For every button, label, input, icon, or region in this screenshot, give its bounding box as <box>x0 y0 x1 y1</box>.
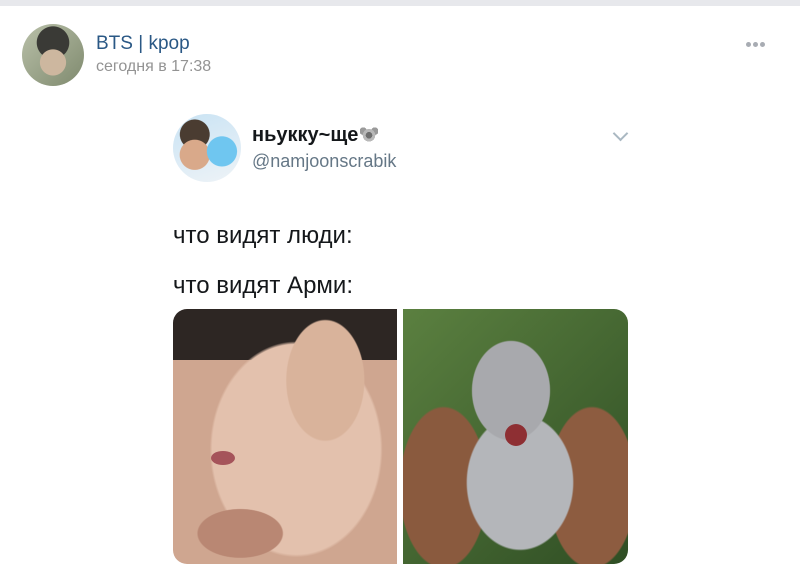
top-divider <box>0 0 800 6</box>
yawning-bunny-photo[interactable] <box>403 309 628 564</box>
chevron-down-icon[interactable] <box>612 125 629 142</box>
tweet-author-name[interactable]: ньукку~ще <box>252 124 379 147</box>
tweet-author-avatar[interactable] <box>173 114 241 182</box>
tweet-text-line-2: что видят Арми: <box>173 272 353 299</box>
tweet-text-line-1: что видят люди: <box>173 222 353 249</box>
sleeping-person-photo[interactable] <box>173 309 397 564</box>
tweet-author-handle[interactable]: @namjoonscrabik <box>252 151 396 172</box>
more-options-icon[interactable] <box>746 34 776 48</box>
koala-emoji-icon <box>360 126 379 142</box>
photo-detail-mouth <box>211 451 235 465</box>
group-avatar[interactable] <box>22 24 84 86</box>
post-timestamp[interactable]: сегодня в 17:38 <box>96 58 211 76</box>
group-name-link[interactable]: BTS | kpop <box>96 33 190 55</box>
tweet-author-name-text: ньукку~ще <box>252 124 359 146</box>
photo-detail-bunny-mouth <box>505 424 527 446</box>
